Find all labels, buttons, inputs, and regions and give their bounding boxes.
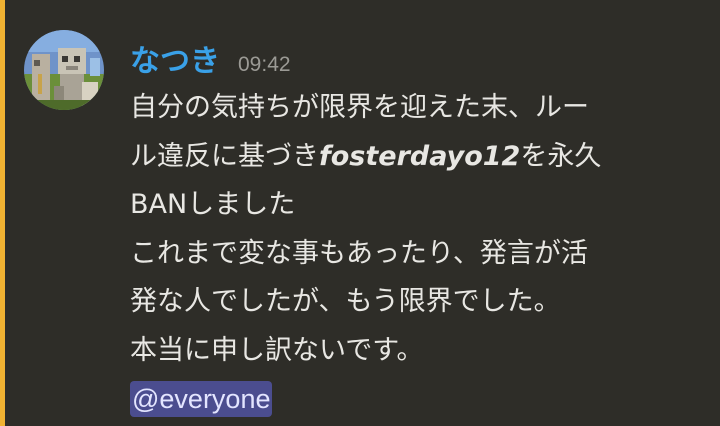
avatar-image (24, 30, 104, 110)
emphasized-username: fosterdayo12 (319, 140, 521, 172)
message-text-segment: ル違反に基づき (130, 140, 319, 172)
message-line: ル違反に基づきfosterdayo12を永久 (130, 133, 690, 182)
message-content: 自分の気持ちが限界を迎えた末、ルー ル違反に基づきfosterdayo12を永久… (130, 84, 690, 425)
message-text-segment: を永久 (520, 140, 602, 172)
message-line: 発な人でしたが、もう限界でした。 (130, 286, 561, 317)
message-timestamp: 09:42 (238, 53, 291, 76)
message-line: BANしました (130, 189, 296, 220)
highlight-accent-bar (0, 0, 5, 426)
everyone-mention[interactable]: @everyone (130, 381, 273, 417)
message-line: 本当に申し訳ないです。 (130, 334, 424, 366)
avatar[interactable] (24, 30, 104, 110)
message-line: これまで変な事もあったり、発言が活 (130, 237, 588, 269)
message-line: @everyone (130, 375, 690, 425)
message-line: 自分の気持ちが限界を迎えた末、ルー (130, 92, 589, 123)
chat-message: なつき 09:42 自分の気持ちが限界を迎えた末、ルー ル違反に基づきfoste… (0, 0, 720, 426)
message-header: なつき 09:42 (130, 36, 291, 79)
author-name[interactable]: なつき (130, 36, 220, 80)
